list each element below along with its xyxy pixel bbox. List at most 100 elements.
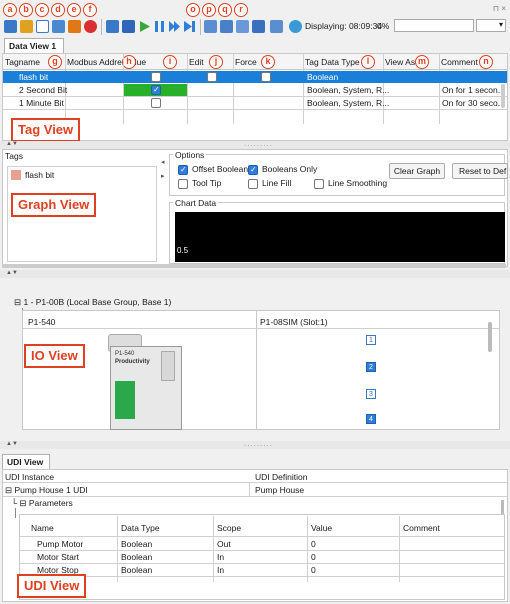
io-view-panel: ⊟ 1 - P1-00B (Local Base Group, Base 1) …	[2, 280, 508, 430]
callout-m: m	[415, 55, 429, 69]
tab-data-view-1[interactable]: Data View 1	[4, 38, 64, 53]
line-smoothing-checkbox[interactable]	[314, 179, 324, 189]
param-value[interactable]: 0	[311, 564, 316, 576]
tab-udi-view[interactable]: UDI View	[2, 454, 50, 469]
pin-close-icon[interactable]: ⊓ ×	[493, 4, 506, 13]
value-checkbox[interactable]	[151, 72, 161, 82]
step-forward-icon[interactable]	[168, 20, 181, 33]
col-comment[interactable]: Comment	[403, 522, 440, 534]
io-scrollbar[interactable]	[488, 322, 492, 352]
reset-to-default-button[interactable]: Reset to Def	[452, 163, 508, 179]
play-icon[interactable]	[138, 20, 151, 33]
cpu-model: P1-540	[115, 351, 135, 357]
param-scope: In	[217, 552, 225, 562]
col-data-type[interactable]: Data Type	[121, 522, 160, 534]
parameters-node[interactable]: └ ⊟ Parameters	[11, 497, 73, 509]
force-checkbox[interactable]	[261, 72, 271, 82]
udi-instance-row[interactable]: ⊟ Pump House 1 UDI	[5, 484, 88, 496]
col-force[interactable]: Force	[235, 56, 257, 68]
collapse-left-icon[interactable]: ◂	[161, 158, 165, 166]
booleans-only-checkbox[interactable]	[248, 165, 258, 175]
callout-c: c	[35, 3, 49, 17]
col-view-as[interactable]: View As	[385, 56, 415, 68]
splitter-2[interactable]: ▲▼	[0, 270, 510, 278]
options-title: Options	[173, 150, 207, 160]
tagname-cell: 2 Second Bit	[19, 85, 68, 95]
splitter-1[interactable]: ▲▼.........	[0, 139, 510, 149]
view-dropdown[interactable]: ▾	[476, 19, 506, 32]
settings-icon[interactable]	[270, 20, 283, 33]
col-tagname[interactable]: Tagname	[5, 56, 40, 68]
graph-tag-item[interactable]: flash bit	[25, 170, 54, 180]
value-checkbox[interactable]	[151, 85, 161, 95]
skip-end-icon[interactable]	[183, 20, 196, 33]
table-row-selected[interactable]	[3, 71, 507, 83]
callout-k: k	[261, 55, 275, 69]
add-graph-icon[interactable]	[68, 20, 81, 33]
offset-booleans-checkbox[interactable]	[178, 165, 188, 175]
chart-area	[175, 212, 505, 262]
tags-title: Tags	[5, 151, 23, 161]
col-tag-data-type[interactable]: Tag Data Type	[305, 56, 360, 68]
add-row-icon[interactable]	[52, 20, 65, 33]
blank-view-icon[interactable]	[36, 20, 49, 33]
add-tag-icon[interactable]	[20, 20, 33, 33]
horizontal-scrollbar[interactable]	[2, 264, 506, 268]
udi-view-icon[interactable]	[252, 20, 265, 33]
splitter-3[interactable]: ▲▼.........	[0, 439, 510, 449]
base-group-label[interactable]: ⊟ 1 - P1-00B (Local Base Group, Base 1)	[14, 297, 171, 308]
io-channel-1[interactable]: 1	[366, 335, 376, 345]
clock-icon	[289, 20, 302, 33]
line-fill-checkbox[interactable]	[248, 179, 258, 189]
io-channel-4[interactable]: 4	[366, 414, 376, 424]
col-name[interactable]: Name	[31, 522, 54, 534]
callout-r: r	[234, 3, 248, 17]
save-icon[interactable]	[122, 20, 135, 33]
edit-checkbox[interactable]	[207, 72, 217, 82]
io-channel-3[interactable]: 3	[366, 389, 376, 399]
param-type: Boolean	[121, 552, 153, 562]
new-data-view-icon[interactable]	[4, 20, 17, 33]
tag-view-callout: Tag View	[11, 118, 81, 142]
value-checkbox[interactable]	[151, 98, 161, 108]
tool-tip-checkbox[interactable]	[178, 179, 188, 189]
progress-percent: 0%	[377, 21, 390, 31]
col-value[interactable]: Value	[311, 522, 332, 534]
vertical-scrollbar[interactable]	[501, 84, 505, 108]
pause-icon[interactable]	[153, 20, 166, 33]
progress-bar	[394, 19, 474, 32]
udi-definition-cell: Pump House	[255, 485, 305, 495]
tag-view-icon[interactable]	[204, 20, 217, 33]
col-comment[interactable]: Comment	[441, 56, 478, 68]
delete-icon[interactable]	[84, 20, 97, 33]
callout-j: j	[209, 55, 223, 69]
io-view-callout: IO View	[24, 344, 85, 368]
param-name: Motor Start	[37, 552, 80, 562]
io-channel-2[interactable]: 2	[366, 362, 376, 372]
open-icon[interactable]	[106, 20, 119, 33]
graph-view-panel: Tags flash bit ◂ ▸ Options Offset Boolea…	[2, 149, 508, 267]
module-right-title: P1-08SIM (Slot:1)	[260, 317, 328, 327]
param-scope: Out	[217, 539, 231, 549]
col-udi-instance[interactable]: UDI Instance	[5, 471, 54, 483]
callout-p: p	[202, 3, 216, 17]
udi-scrollbar[interactable]	[501, 500, 504, 514]
col-scope[interactable]: Scope	[217, 522, 241, 534]
cpu-brand: Productivity	[115, 359, 150, 365]
booleans-only-label: Booleans Only	[262, 164, 318, 174]
col-edit[interactable]: Edit	[189, 56, 204, 68]
offset-booleans-label: Offset Booleans	[192, 164, 253, 174]
col-modbus-address[interactable]: Modbus Address	[67, 56, 130, 68]
callout-b: b	[19, 3, 33, 17]
data-type-cell: Boolean	[307, 72, 339, 82]
udi-view-panel: UDI Instance UDI Definition ⊟ Pump House…	[2, 469, 508, 602]
col-udi-definition[interactable]: UDI Definition	[255, 471, 307, 483]
param-value[interactable]: 0	[311, 551, 316, 563]
callout-a: a	[3, 3, 17, 17]
io-view-icon[interactable]	[236, 20, 249, 33]
param-type: Boolean	[121, 539, 153, 549]
clear-graph-button[interactable]: Clear Graph	[389, 163, 445, 179]
expand-right-icon[interactable]: ▸	[161, 172, 165, 180]
param-value[interactable]: 0	[311, 538, 316, 550]
graph-view-icon[interactable]	[220, 20, 233, 33]
